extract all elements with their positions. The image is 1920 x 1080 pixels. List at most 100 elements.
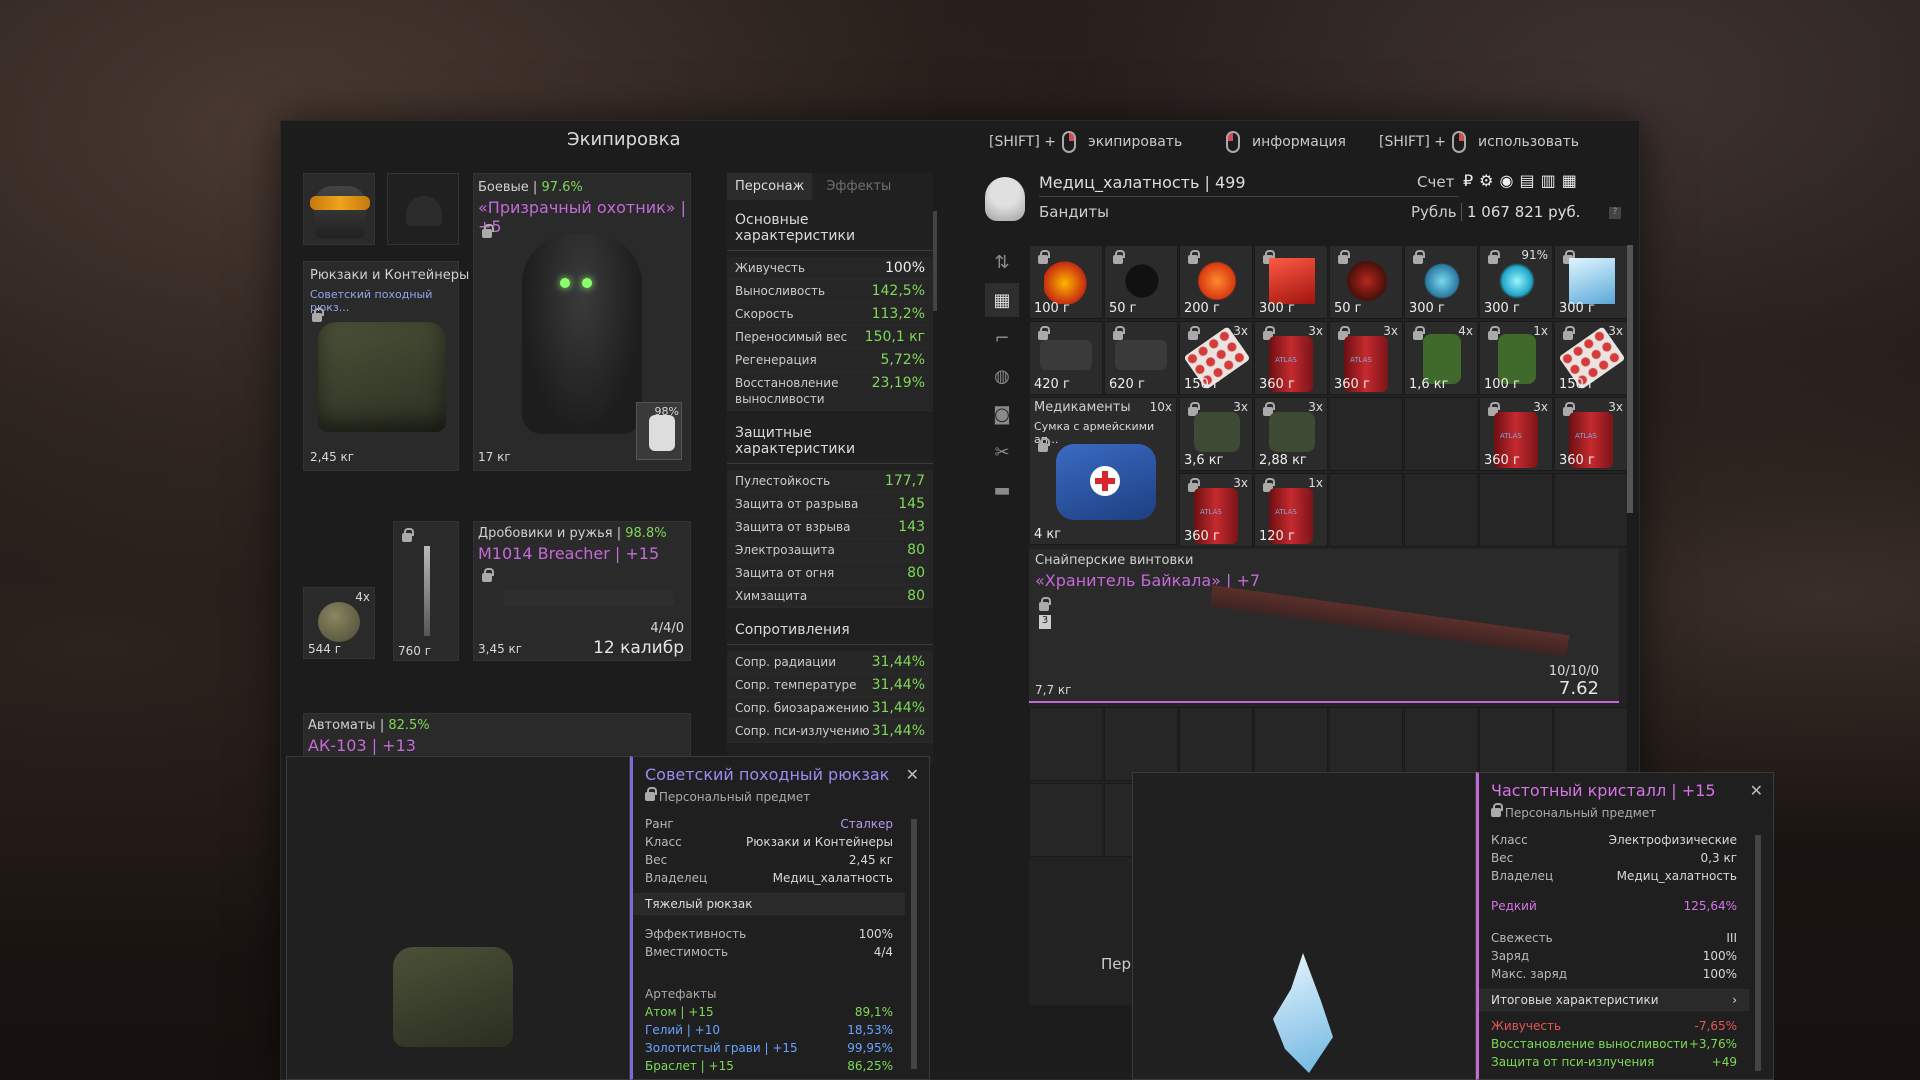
inventory-item-slot[interactable]: 3x 360 г [1179, 473, 1253, 547]
item-count: 3x [1308, 400, 1323, 414]
currency-icons[interactable]: ₽⚙◉▤▥▦ [1463, 171, 1583, 190]
stat-row: Браслет | +15 86,25% [633, 1057, 905, 1075]
inventory-item-slot[interactable]: 3x 150 г [1554, 321, 1628, 395]
inventory-item-slot[interactable]: 3x 360 г [1329, 321, 1403, 395]
inventory-item-slot[interactable]: 3x 3,6 кг [1179, 397, 1253, 471]
lock-icon [1413, 326, 1425, 340]
stat-value: 2,45 кг [848, 853, 893, 867]
backpack-category: Рюкзаки и Контейнеры [310, 268, 470, 283]
empty-inventory-slot[interactable] [1404, 473, 1478, 547]
stat-value: 100% [1702, 967, 1737, 981]
empty-inventory-slot[interactable] [1404, 397, 1478, 471]
empty-inventory-slot[interactable] [1104, 707, 1178, 781]
stat-value: 150,1 кг [864, 329, 925, 345]
inventory-item-slot[interactable]: 1x 120 г [1254, 473, 1328, 547]
stat-row: Химзащита 80 [727, 585, 933, 608]
stat-value: Рюкзаки и Контейнеры [746, 835, 893, 849]
inventory-item-slot[interactable]: 3x 150 г [1179, 321, 1253, 395]
tab-effects[interactable]: Эффекты [812, 173, 905, 200]
artifact-icon [1044, 258, 1090, 304]
container-slot[interactable]: 98% [636, 402, 682, 460]
stat-value: 31,44% [871, 677, 925, 693]
empty-inventory-slot[interactable] [1479, 707, 1553, 781]
inventory-item-slot[interactable]: 4x 1,6 кг [1404, 321, 1478, 395]
inventory-scrollbar[interactable] [1627, 245, 1633, 513]
close-icon[interactable]: ✕ [1750, 781, 1763, 800]
stat-value: 80 [907, 542, 925, 558]
misc-filter-icon[interactable]: ▬ [985, 473, 1019, 507]
empty-inventory-slot[interactable] [1029, 783, 1103, 857]
artifacts-filter-icon[interactable]: ◙ [985, 397, 1019, 431]
inventory-item-slot[interactable]: 50 г [1329, 245, 1403, 319]
empty-inventory-slot[interactable] [1404, 707, 1478, 781]
lock-icon [645, 787, 657, 801]
tab-character[interactable]: Персонаж [727, 173, 813, 200]
knife-slot[interactable]: 760 г [393, 521, 459, 661]
shotgun-slot[interactable]: Дробовики и ружья | 98.8% M1014 Breacher… [473, 521, 691, 661]
stat-label: Переносимый вес [735, 330, 848, 344]
tooltip-crystal-title: Частотный кристалл | +15 [1491, 781, 1716, 800]
backpack-slot[interactable]: Рюкзаки и Контейнеры Советский походный … [303, 261, 469, 471]
inventory-item-slot[interactable]: 50 г [1104, 245, 1178, 319]
inventory-item-slot[interactable]: 1x 100 г [1479, 321, 1553, 395]
item-weight: 360 г [1484, 453, 1520, 468]
total-stats-toggle[interactable]: Итоговые характеристики › [1479, 989, 1749, 1011]
item-weight: 360 г [1184, 529, 1220, 544]
grid-all-icon[interactable]: ▦ [985, 283, 1019, 317]
tools-filter-icon[interactable]: ✂ [985, 435, 1019, 469]
lock-icon [482, 568, 494, 582]
rarity-value: 125,64% [1683, 899, 1737, 913]
rifle-name: АК-103 | +13 [308, 736, 416, 755]
grenade-slot[interactable]: 4x 544 г [303, 587, 375, 659]
inventory-item-slot[interactable]: 3x 360 г [1479, 397, 1553, 471]
hint-info-label: информация [1252, 134, 1346, 150]
armor-filter-icon[interactable]: ◍ [985, 359, 1019, 393]
empty-inventory-slot[interactable] [1479, 473, 1553, 547]
tooltip-scrollbar[interactable] [1755, 835, 1761, 1071]
help-icon[interactable]: ? [1609, 207, 1621, 219]
weapons-filter-icon[interactable]: ⌐ [985, 321, 1019, 355]
sniper-rifle-slot[interactable]: Снайперские винтовки «Хранитель Байкала»… [1029, 549, 1619, 703]
inventory-item-slot[interactable]: 100 г [1029, 245, 1103, 319]
medicine-pouch-icon [1269, 412, 1315, 452]
inventory-item-slot[interactable]: 3x 360 г [1554, 397, 1628, 471]
tooltip-backpack-sub: Персональный предмет [658, 790, 811, 804]
empty-inventory-slot[interactable] [1179, 707, 1253, 781]
artifact-icon [1494, 258, 1540, 304]
inventory-item-slot[interactable]: 300 г [1554, 245, 1628, 319]
inventory-item-slot[interactable]: 3x 360 г [1254, 321, 1328, 395]
armor-slot[interactable]: Боевые | 97.6% «Призрачный охотник» | +5… [473, 173, 691, 471]
rifle-slot[interactable]: Автоматы | 82.5% АК-103 | +13 [303, 713, 691, 761]
inventory-item-slot[interactable]: 91% 300 г [1479, 245, 1553, 319]
inventory-item-slot[interactable]: 620 г [1104, 321, 1178, 395]
backpack-preview-icon [393, 947, 513, 1047]
close-icon[interactable]: ✕ [906, 765, 919, 784]
stat-row: Сопр. пси-излучению 31,44% [727, 720, 933, 743]
inventory-item-slot[interactable]: 3x 2,88 кг [1254, 397, 1328, 471]
empty-inventory-slot[interactable] [1329, 397, 1403, 471]
empty-inventory-slot[interactable] [1554, 473, 1628, 547]
tooltip-scrollbar[interactable] [911, 819, 917, 1069]
inventory-item-slot[interactable]: 420 г [1029, 321, 1103, 395]
empty-inventory-slot[interactable] [1329, 707, 1403, 781]
stat-value: Электрофизические [1608, 833, 1737, 847]
headgear-slot-empty[interactable] [387, 173, 459, 245]
shotgun-name: M1014 Breacher | +15 [478, 544, 660, 563]
inventory-item-slot[interactable]: 200 г [1179, 245, 1253, 319]
sort-icon[interactable]: ⇅ [985, 245, 1019, 279]
tooltip-backpack-type: Тяжелый рюкзак [633, 893, 905, 915]
medkit-bag-slot[interactable]: Медикаменты 10x Сумка с армейскими ап...… [1029, 397, 1177, 545]
lock-icon [1038, 326, 1050, 340]
helmet-slot[interactable] [303, 173, 375, 245]
stat-row: Защита от разрыва 145 [727, 493, 933, 516]
stats-scrollbar[interactable] [933, 211, 937, 311]
stat-label: Живучесть [1491, 1019, 1562, 1033]
inventory-item-slot[interactable]: 300 г [1404, 245, 1478, 319]
stat-label: Защита от разрыва [735, 497, 859, 511]
empty-inventory-slot[interactable] [1554, 707, 1628, 781]
empty-inventory-slot[interactable] [1329, 473, 1403, 547]
inventory-item-slot[interactable]: 300 г [1254, 245, 1328, 319]
empty-inventory-slot[interactable] [1254, 707, 1328, 781]
protection-stats-list: Пулестойкость 177,7 Защита от разрыва 145 За… [727, 470, 933, 608]
empty-inventory-slot[interactable] [1029, 707, 1103, 781]
